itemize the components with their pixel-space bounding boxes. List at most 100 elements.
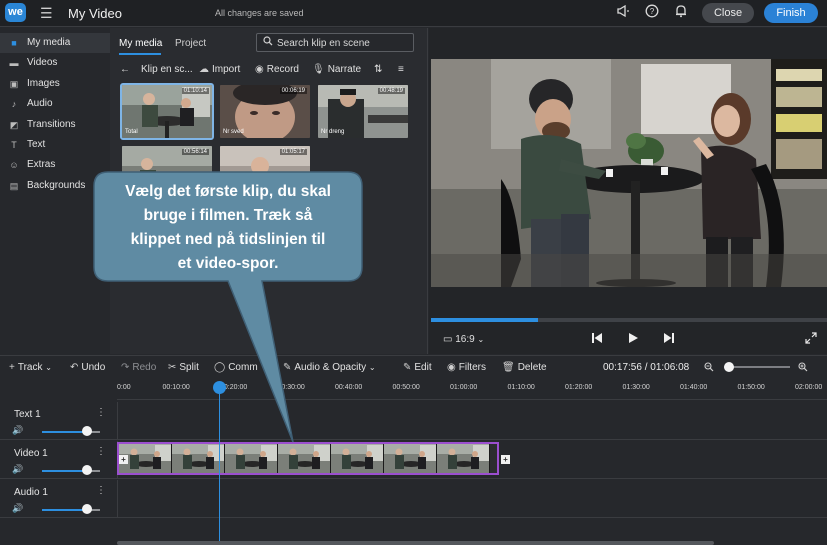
clip-frame-thumbnail [384,444,437,473]
media-clip-total[interactable]: 01:10:14 Total [120,83,214,140]
preview-progress-fill [431,318,538,322]
edit-button[interactable]: ✎ Edit [403,362,432,373]
sidebar-item-label: Videos [27,57,58,68]
chevron-down-icon: ⌄ [368,363,376,372]
ruler-tick-label: 01:40:00 [680,384,708,391]
folder-icon: ■ [11,38,17,48]
bell-icon[interactable] [672,4,690,22]
sidebar-item-label: Audio [27,98,53,109]
sidebar-item-audio[interactable]: ♪ Audio [0,94,110,114]
audio-opacity-button[interactable]: ✎ Audio & Opacity ⌄ [283,362,376,373]
add-track-button[interactable]: + Track ⌄ [9,362,52,373]
zoom-in-icon[interactable] [798,362,808,375]
more-options-icon[interactable]: ⋮ [96,446,106,457]
sidebar-item-label: Transitions [27,119,76,130]
folder-breadcrumb[interactable]: Klip en sc... [141,64,193,75]
sidebar-item-backgrounds[interactable]: ▤ Backgrounds [0,176,110,196]
trash-icon: 🗑 [502,362,515,373]
ruler-tick-label: 00:40:00 [335,384,363,391]
add-track-label: Track [17,362,43,373]
video-frame-image [431,59,827,287]
transitions-icon: ◩ [9,120,19,130]
track-volume-fill [42,509,87,511]
search-input[interactable] [277,36,411,50]
play-icon[interactable] [627,332,639,347]
filters-button[interactable]: ◉ Filters [447,362,486,373]
sidebar-item-my-media[interactable]: ■ My media [0,33,110,53]
ruler-tick-label: 01:30:00 [622,384,650,391]
import-button[interactable]: ☁ Import [199,64,240,75]
track-volume-handle[interactable] [81,465,92,475]
video-icon: ▬ [9,58,19,68]
fullscreen-icon[interactable] [805,332,817,347]
megaphone-icon[interactable] [614,4,632,22]
add-after-icon[interactable]: + [501,455,510,464]
sidebar-item-transitions[interactable]: ◩ Transitions [0,115,110,135]
media-clip-nr-dreng[interactable]: 00:48:19 Nr dreng [318,85,408,138]
playhead-handle[interactable] [213,381,226,394]
sort-icon[interactable]: ⇅ [374,64,382,75]
track-header-text-1: Text 1 ⋮ 🔊 [0,402,117,440]
chevron-down-icon: ⌄ [45,363,52,372]
clip-name: Total [125,129,138,135]
close-button[interactable]: Close [702,3,754,23]
track-volume-handle[interactable] [81,504,92,514]
sidebar-item-label: Backgrounds [27,180,86,191]
aspect-ratio-select[interactable]: ▭ 16:9 ⌄ [443,334,484,345]
track-lane-audio-1[interactable] [117,480,827,518]
text-icon: T [11,140,17,150]
split-button[interactable]: ✂ Split [168,362,199,373]
record-button[interactable]: ◉ Record [255,64,299,75]
ruler-tick-label: 0:00 [117,384,131,391]
timeline-video-clip[interactable] [117,442,499,475]
redo-label: Redo [132,362,157,373]
track-lane-text-1[interactable] [117,402,827,440]
filter-icon[interactable]: ≡ [398,64,404,75]
sidebar-item-extras[interactable]: ☺ Extras [0,155,110,175]
tab-my-media[interactable]: My media [119,38,162,49]
add-before-icon[interactable]: + [119,455,128,464]
backgrounds-icon: ▤ [9,181,19,191]
preview-progress-bar[interactable] [431,318,827,322]
sidebar-item-text[interactable]: T Text [0,135,110,155]
help-icon[interactable]: ? [643,4,661,22]
narrate-button[interactable]: 🎙 Narrate [312,64,361,75]
finish-button[interactable]: Finish [764,3,818,23]
undo-button[interactable]: ↶ Undo [70,362,105,373]
more-options-icon[interactable]: ⋮ [96,485,106,496]
track-volume-handle[interactable] [81,426,92,436]
volume-icon[interactable]: 🔊 [12,464,23,475]
tab-project[interactable]: Project [175,38,206,49]
video-preview[interactable] [431,59,827,287]
ruler-tick-label: 00:10:00 [162,384,190,391]
zoom-slider-handle[interactable] [724,362,734,372]
clip-frame-thumbnail [225,444,278,473]
clip-frame-thumbnail [278,444,331,473]
clip-name: Nr sved [223,129,244,135]
media-clip-nr-sved[interactable]: 00:06:19 Nr sved [220,85,310,138]
cloud-upload-icon: ☁ [199,64,209,75]
more-options-icon[interactable]: ⋮ [96,407,106,418]
skip-forward-icon[interactable] [663,332,675,347]
delete-button[interactable]: 🗑 Delete [502,362,547,373]
skip-back-icon[interactable] [591,332,603,347]
clip-frame-thumbnail [331,444,384,473]
delete-label: Delete [517,362,547,373]
timeline-horizontal-scrollbar[interactable] [117,541,714,545]
sidebar-item-images[interactable]: ▣ Images [0,74,110,94]
search-icon [263,36,273,49]
sidebar-item-videos[interactable]: ▬ Videos [0,53,110,73]
volume-icon[interactable]: 🔊 [12,503,23,514]
clip-name: Nr dreng [321,129,345,135]
left-sidebar: ■ My media ▬ Videos ▣ Images ♪ Audio ◩ T… [0,28,110,354]
clip-duration: 00:56:14 [181,149,209,155]
zoom-out-icon[interactable] [704,362,714,375]
comment-button[interactable]: ◯ Comm [214,362,258,373]
back-arrow-icon[interactable]: ← [120,64,130,75]
redo-button[interactable]: ↷ Redo [121,362,156,373]
app-logo[interactable]: we [5,3,26,22]
volume-icon[interactable]: 🔊 [12,425,23,436]
project-title[interactable]: My Video [68,6,122,21]
clip-duration: 00:06:19 [279,88,307,94]
hamburger-menu-icon[interactable]: ☰ [40,5,53,22]
